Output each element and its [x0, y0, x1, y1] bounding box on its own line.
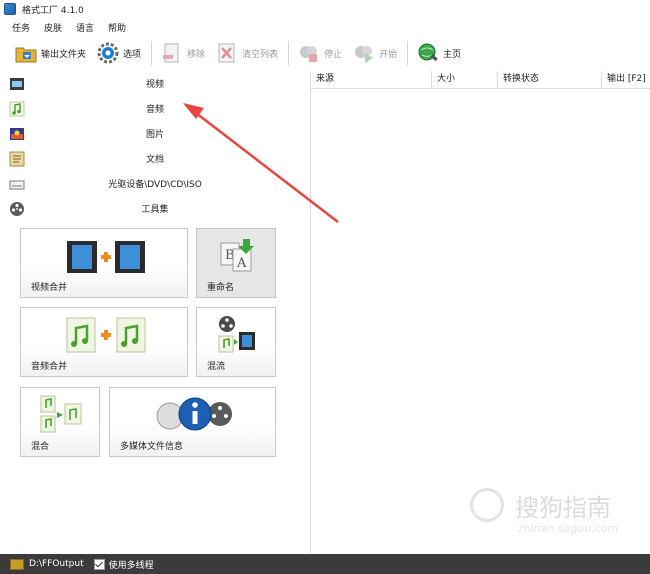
toolbar: 输出文件夹 选项 移除 清空列表 停止 开始 主页	[0, 38, 650, 68]
sogou-logo-icon	[470, 488, 504, 522]
menu-language[interactable]: 语言	[76, 21, 94, 34]
task-list-header: 来源 大小 转换状态 输出 [F2]	[311, 71, 650, 89]
menu-bar: 任务 皮肤 语言 帮助	[0, 18, 650, 36]
stop-button[interactable]: 停止	[293, 40, 348, 66]
category-document-label: 文档	[145, 155, 164, 165]
svg-text:A: A	[236, 256, 247, 271]
toolbar-separator	[151, 41, 153, 65]
media-info-icon	[156, 397, 232, 431]
window-title: 格式工厂 4.1.0	[22, 5, 84, 16]
clear-x-icon	[215, 42, 239, 64]
category-image[interactable]: 图片	[0, 121, 310, 146]
tool-media-info[interactable]: 多媒体文件信息	[109, 387, 276, 457]
col-size[interactable]: 大小	[432, 71, 498, 88]
output-folder-icon[interactable]	[10, 558, 24, 570]
start-icon	[352, 42, 376, 64]
film-icon	[9, 76, 25, 92]
category-tools-label: 工具集	[141, 205, 169, 215]
col-status[interactable]: 转换状态	[498, 71, 602, 88]
folder-icon	[14, 42, 38, 64]
disc-drive-icon	[9, 176, 25, 192]
mix-label: 混合	[31, 442, 50, 452]
document-icon	[9, 151, 25, 167]
category-tools[interactable]: 工具集	[0, 196, 310, 221]
options-gear-icon	[96, 42, 120, 64]
status-bar: D:\FFOutput 使用多线程	[0, 554, 650, 574]
watermark-brand: 搜狗指南	[515, 494, 611, 522]
options-button[interactable]: 选项	[92, 40, 147, 66]
home-globe-icon	[416, 42, 440, 64]
output-folder-button[interactable]: 输出文件夹	[10, 40, 92, 66]
audio-merge-icon	[66, 317, 146, 353]
watermark: 搜狗指南 zhinan.sogou.com	[470, 482, 640, 542]
film-reel-icon	[9, 201, 25, 217]
app-logo-icon	[4, 3, 16, 15]
menu-skin[interactable]: 皮肤	[44, 21, 62, 34]
menu-task[interactable]: 任务	[12, 21, 30, 34]
remove-document-icon	[160, 42, 184, 64]
title-bar: 格式工厂 4.1.0	[0, 0, 650, 18]
clear-list-button[interactable]: 清空列表	[211, 40, 284, 66]
tool-rename[interactable]: B A 重命名	[196, 228, 276, 298]
col-output[interactable]: 输出 [F2]	[602, 71, 650, 88]
home-label: 主页	[443, 49, 462, 60]
stop-icon	[297, 42, 321, 64]
rename-label: 重命名	[207, 283, 235, 293]
menu-help[interactable]: 帮助	[108, 21, 126, 34]
audio-merge-label: 音频合并	[31, 362, 68, 372]
category-disc-label: 光驱设备\DVD\CD\ISO	[108, 180, 202, 190]
video-merge-icon	[67, 241, 145, 273]
watermark-url: zhinan.sogou.com	[518, 522, 619, 535]
output-path[interactable]: D:\FFOutput	[29, 559, 84, 569]
toolbar-separator	[407, 41, 409, 65]
category-video[interactable]: 视频	[0, 71, 310, 96]
category-image-label: 图片	[145, 130, 164, 140]
clear-list-label: 清空列表	[242, 49, 279, 60]
multithread-checkbox[interactable]	[93, 558, 105, 570]
remove-button[interactable]: 移除	[156, 40, 211, 66]
mix-icon	[40, 395, 82, 433]
category-video-label: 视频	[145, 80, 164, 90]
output-folder-label: 输出文件夹	[41, 49, 87, 60]
options-label: 选项	[123, 49, 142, 60]
tool-audio-merge[interactable]: 音频合并	[20, 307, 188, 377]
category-disc[interactable]: 光驱设备\DVD\CD\ISO	[0, 171, 310, 196]
category-audio-label: 音频	[145, 105, 164, 115]
tool-remux[interactable]: 混流	[196, 307, 276, 377]
category-audio[interactable]: 音频	[0, 96, 310, 121]
start-button[interactable]: 开始	[348, 40, 403, 66]
start-label: 开始	[379, 49, 398, 60]
remux-icon	[218, 316, 255, 353]
tool-video-merge[interactable]: 视频合并	[20, 228, 188, 298]
video-merge-label: 视频合并	[31, 283, 68, 293]
remux-label: 混流	[207, 362, 226, 372]
media-info-label: 多媒体文件信息	[120, 442, 184, 452]
tool-mix[interactable]: 混合	[20, 387, 100, 457]
music-note-icon	[9, 101, 25, 117]
remove-label: 移除	[187, 49, 206, 60]
home-button[interactable]: 主页	[412, 40, 467, 66]
stop-label: 停止	[324, 49, 343, 60]
picture-icon	[9, 126, 25, 142]
category-document[interactable]: 文档	[0, 146, 310, 171]
rename-icon: B A	[220, 239, 254, 272]
function-panel: 视频 音频 图片 文档 光驱设备\DVD\CD\ISO 工具集 视频合并 B A…	[0, 71, 311, 553]
col-source[interactable]: 来源	[311, 71, 432, 88]
toolbar-separator	[288, 41, 290, 65]
multithread-label: 使用多线程	[108, 560, 154, 571]
